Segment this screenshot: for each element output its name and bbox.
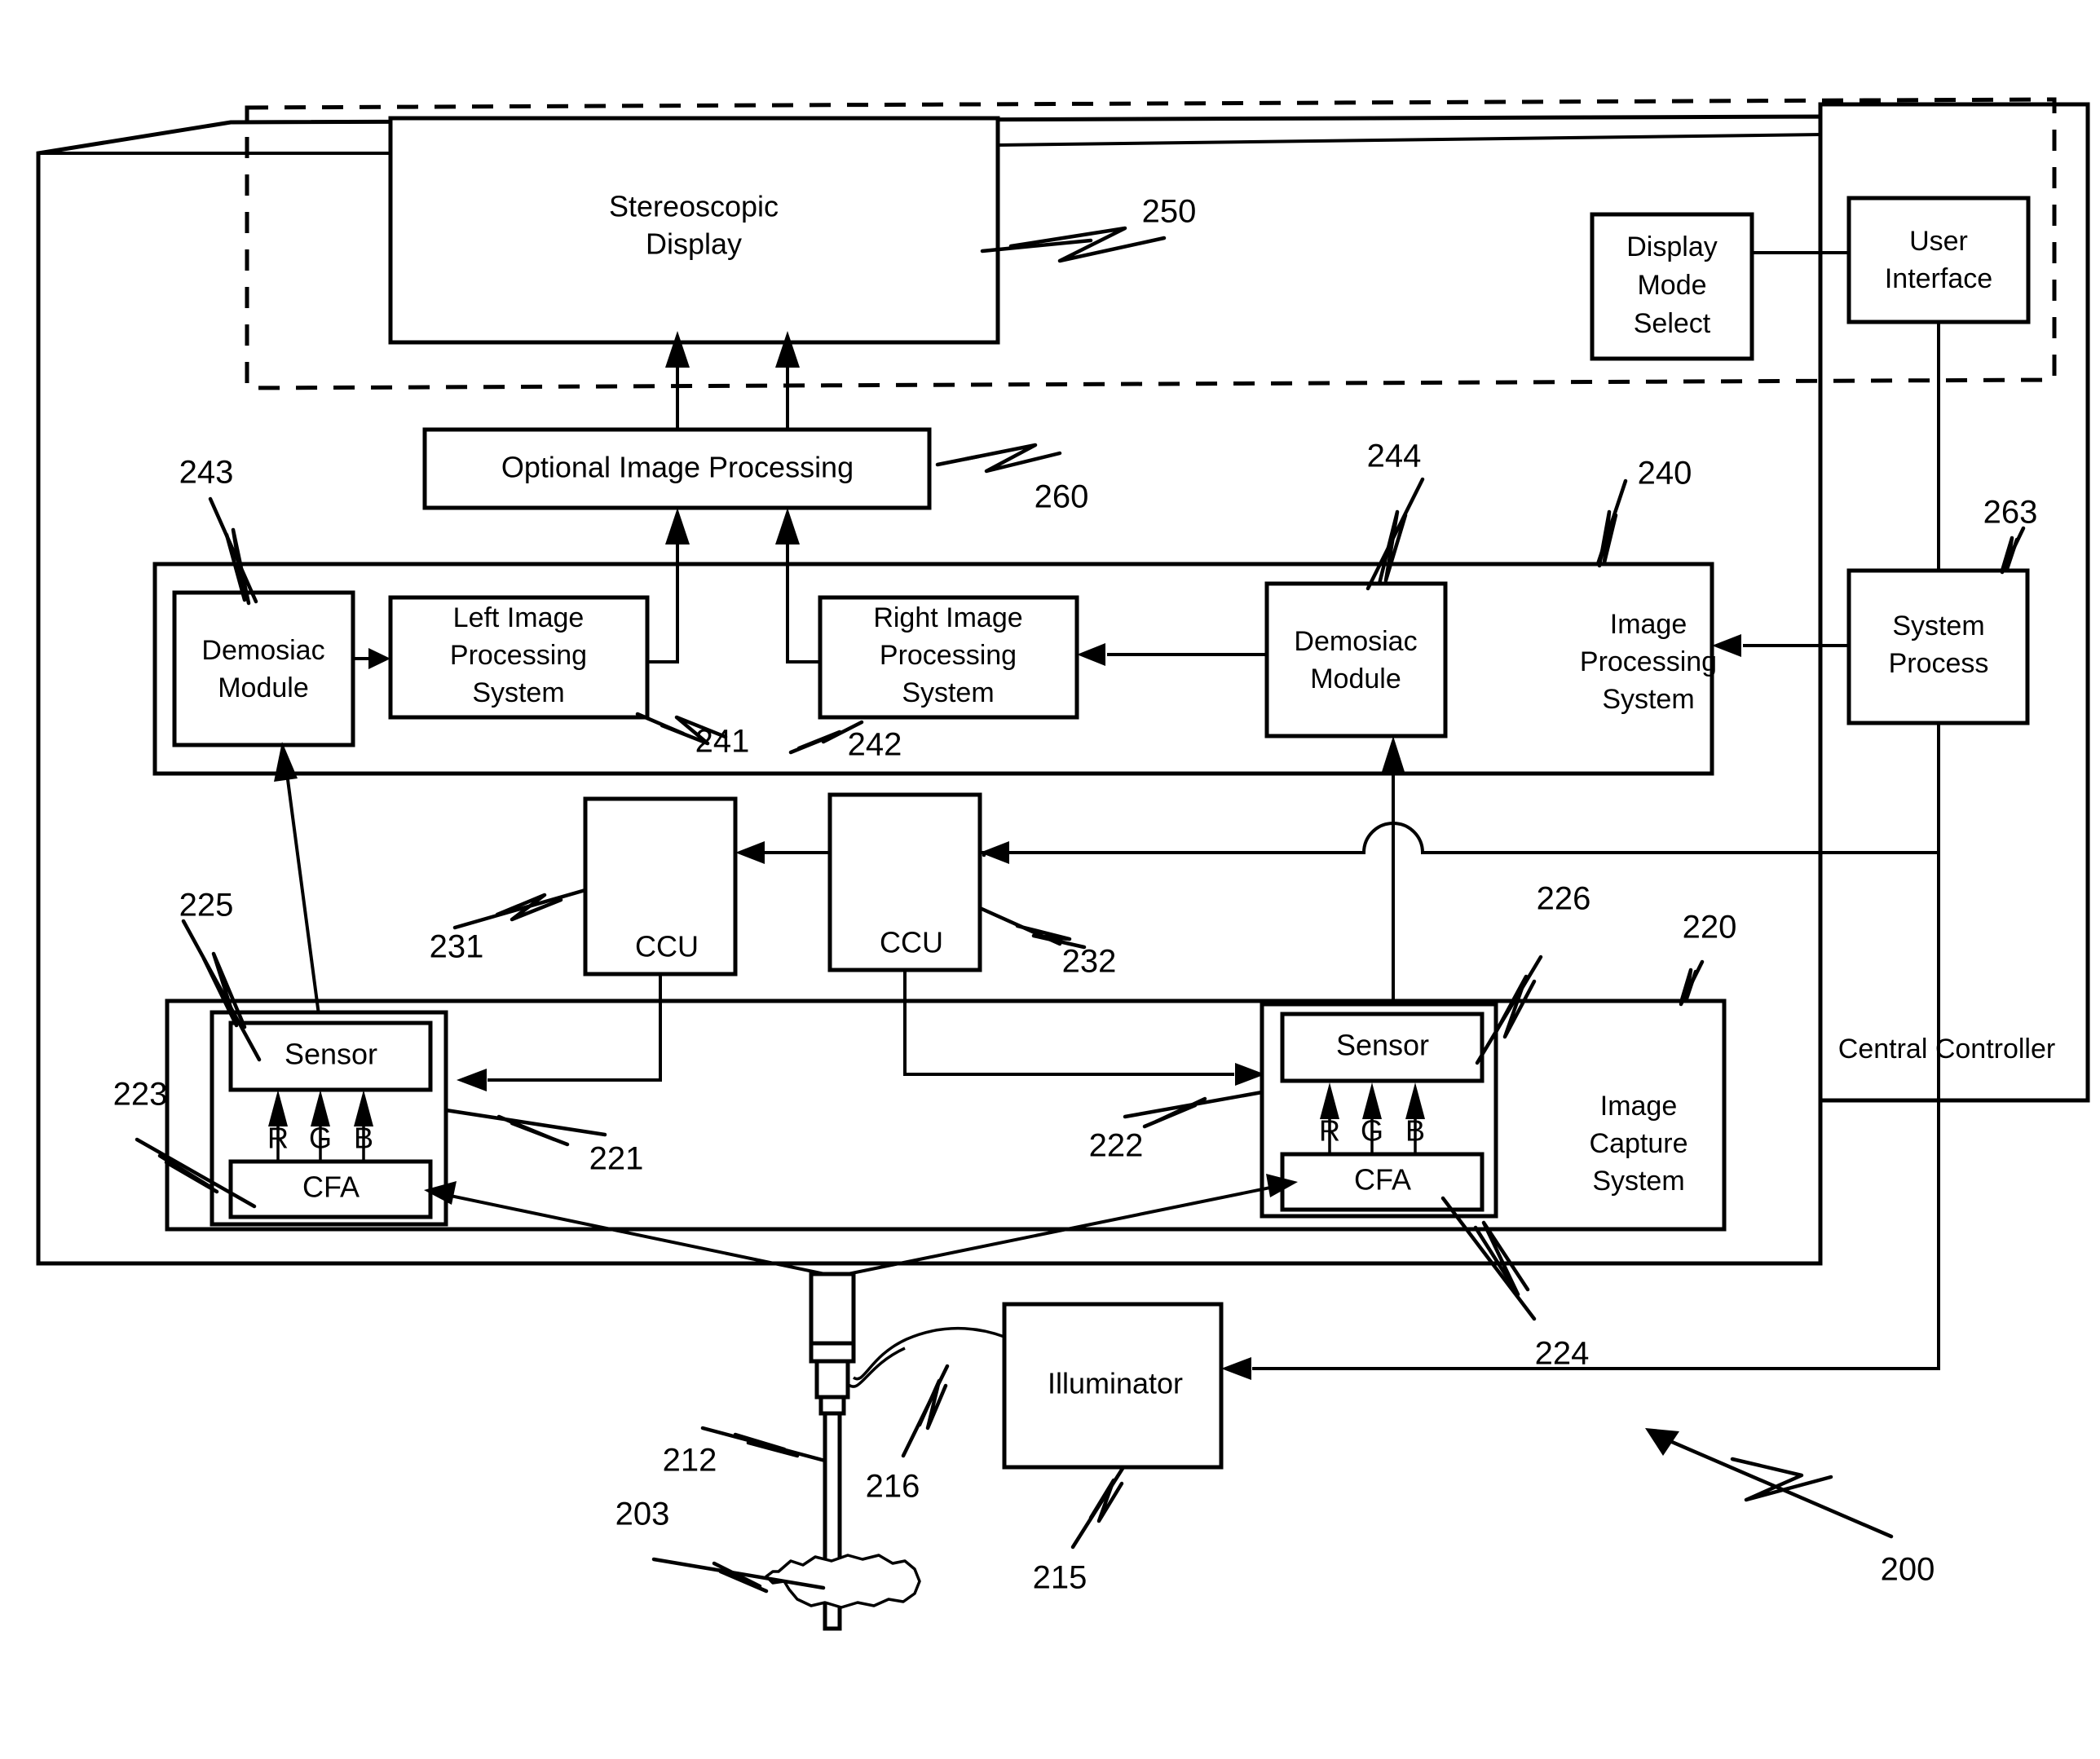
left-image-processing-label-line3: System bbox=[472, 677, 564, 708]
user-interface-block[interactable] bbox=[1846, 196, 2031, 324]
lead-221 bbox=[443, 1108, 607, 1147]
channel-label-left-r: R bbox=[267, 1122, 289, 1155]
ref-242: 242 bbox=[848, 727, 902, 763]
ref-200: 200 bbox=[1881, 1552, 1935, 1588]
arrow-rips-to-oip bbox=[775, 508, 822, 663]
display-mode-select-label-line1: Display bbox=[1626, 231, 1717, 262]
channel-label-left-g: G bbox=[309, 1122, 332, 1155]
system-process-block[interactable] bbox=[1846, 568, 2030, 725]
arrow-oip-to-display-right bbox=[775, 331, 800, 431]
block-diagram-canvas: Stereoscopic Display Display Mode Select… bbox=[36, 97, 2090, 1631]
display-mode-select-label-line2: Mode bbox=[1637, 270, 1706, 301]
lead-250 bbox=[980, 226, 1167, 857]
ref-215: 215 bbox=[1033, 1560, 1088, 1596]
lead-222 bbox=[1123, 1090, 1264, 1129]
right-image-processing-label-line1: Right Image bbox=[873, 602, 1022, 633]
demosiac-left-label-line1: Demosiac bbox=[201, 635, 324, 666]
stereoscopic-display-label-line2: Display bbox=[646, 227, 742, 261]
left-image-processing-label-line1: Left Image bbox=[453, 602, 585, 633]
ref-212: 212 bbox=[663, 1443, 717, 1479]
stereoscopic-display-label-line1: Stereoscopic bbox=[609, 190, 779, 223]
light-guide-cable bbox=[846, 1326, 1005, 1388]
lead-231 bbox=[452, 888, 588, 930]
ref-232: 232 bbox=[1062, 944, 1117, 980]
arrow-ccuR-to-ccuL bbox=[735, 841, 832, 864]
lead-263 bbox=[2000, 526, 2026, 575]
arrow-lips-to-oip bbox=[646, 508, 690, 663]
right-image-processing-label-line3: System bbox=[902, 677, 994, 708]
optical-path-right bbox=[845, 1174, 1298, 1276]
lead-232 bbox=[977, 906, 1087, 950]
ref-224: 224 bbox=[1535, 1336, 1590, 1372]
image-capture-system-label-line2: Capture bbox=[1590, 1128, 1688, 1159]
right-image-processing-label-line2: Processing bbox=[880, 640, 1017, 671]
optional-image-processing-label: Optional Image Processing bbox=[501, 451, 854, 484]
arrow-oip-to-display-left bbox=[665, 331, 690, 431]
lead-243 bbox=[208, 496, 258, 606]
cfa-right-label: CFA bbox=[1354, 1163, 1411, 1197]
ref-203: 203 bbox=[615, 1497, 670, 1532]
arrow-bus-to-ccuR bbox=[978, 841, 1940, 864]
demosiac-right-label-line1: Demosiac bbox=[1294, 626, 1417, 657]
image-capture-system-label-line3: System bbox=[1592, 1166, 1684, 1197]
ref-231: 231 bbox=[430, 929, 484, 965]
system-process-label-line1: System bbox=[1892, 611, 1984, 641]
sensor-right-label: Sensor bbox=[1336, 1029, 1429, 1062]
display-mode-select-label-line3: Select bbox=[1634, 308, 1711, 339]
lead-244 bbox=[1365, 477, 1425, 591]
line-ccuL-to-sensorL bbox=[457, 972, 662, 1091]
lead-220 bbox=[1679, 959, 1705, 1007]
illuminator-label: Illuminator bbox=[1048, 1367, 1183, 1400]
patent-figure: Stereoscopic Display Display Mode Select… bbox=[0, 0, 2100, 1759]
channel-label-right-b: B bbox=[1405, 1114, 1425, 1148]
lead-240 bbox=[1595, 478, 1628, 568]
ref-216: 216 bbox=[866, 1469, 920, 1505]
image-capture-system-label-line1: Image bbox=[1600, 1091, 1678, 1122]
ref-225: 225 bbox=[179, 888, 234, 924]
image-processing-system-label-line2: Processing bbox=[1580, 646, 1717, 677]
arrow-demosiacL-to-lips bbox=[351, 648, 390, 669]
lead-200 bbox=[1645, 1428, 1894, 1539]
ref-243: 243 bbox=[179, 455, 234, 491]
cfa-left-label: CFA bbox=[302, 1170, 360, 1204]
channel-label-right-g: G bbox=[1361, 1114, 1383, 1148]
ref-226: 226 bbox=[1537, 881, 1591, 917]
line-sensorR-to-demosiacR bbox=[1381, 736, 1405, 1020]
arrow-demosiacR-to-rips bbox=[1077, 643, 1268, 666]
arrow-sysproc-to-ips bbox=[1712, 634, 1851, 657]
demosiac-left-label-line2: Module bbox=[218, 672, 309, 703]
ref-241: 241 bbox=[695, 724, 750, 760]
user-interface-label-line2: Interface bbox=[1885, 263, 1992, 294]
ref-221: 221 bbox=[589, 1141, 644, 1177]
line-ccuR-to-sensorR bbox=[903, 968, 1265, 1086]
demosiac-module-right-block[interactable] bbox=[1264, 581, 1448, 738]
central-controller-label: Central Controller bbox=[1838, 1034, 2055, 1065]
ref-223: 223 bbox=[113, 1077, 168, 1113]
user-interface-label-line1: User bbox=[1909, 226, 1968, 257]
ref-250: 250 bbox=[1142, 194, 1197, 230]
ref-222: 222 bbox=[1089, 1128, 1144, 1164]
ref-240: 240 bbox=[1638, 456, 1692, 492]
lead-215 bbox=[1070, 1465, 1126, 1550]
ref-263: 263 bbox=[1983, 495, 2038, 531]
ref-220: 220 bbox=[1683, 910, 1737, 946]
demosiac-right-label-line2: Module bbox=[1310, 663, 1401, 694]
lead-260 bbox=[935, 443, 1062, 474]
ccu-right-label: CCU bbox=[880, 926, 943, 959]
line-sensorL-to-demosiacL bbox=[274, 742, 323, 1029]
system-process-label-line2: Process bbox=[1889, 648, 1989, 679]
sensor-left-label: Sensor bbox=[285, 1038, 377, 1071]
ref-260: 260 bbox=[1035, 479, 1089, 515]
left-image-processing-label-line2: Processing bbox=[450, 640, 587, 671]
image-processing-system-label-line3: System bbox=[1602, 684, 1694, 715]
lead-212 bbox=[700, 1426, 827, 1463]
lead-216 bbox=[901, 1364, 950, 1458]
ccu-left-label: CCU bbox=[635, 930, 699, 963]
demosiac-module-left-block[interactable] bbox=[172, 590, 355, 747]
channel-label-right-r: R bbox=[1319, 1114, 1340, 1148]
channel-label-left-b: B bbox=[354, 1122, 373, 1155]
ref-244: 244 bbox=[1367, 439, 1422, 474]
image-processing-system-label-line1: Image bbox=[1610, 609, 1688, 640]
